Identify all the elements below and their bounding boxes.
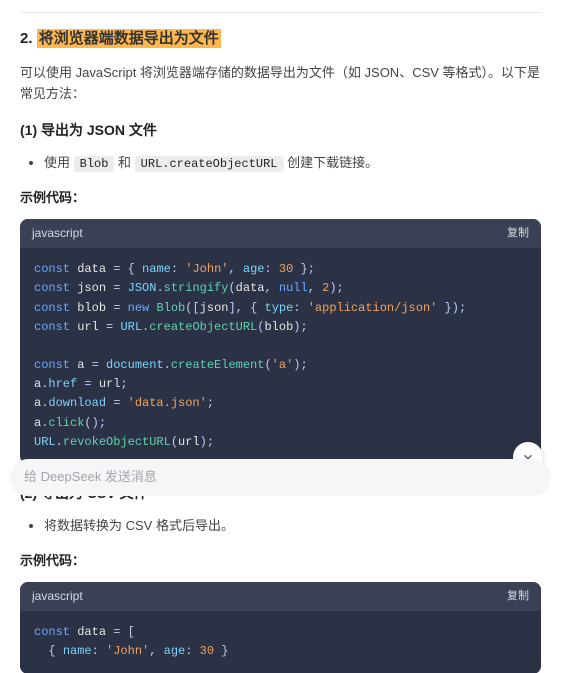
code-block-2: javascript 复制 const data = [ { name: 'Jo… (20, 582, 541, 673)
inline-code: URL.createObjectURL (135, 156, 284, 172)
section-desc: 可以使用 JavaScript 将浏览器端存储的数据导出为文件（如 JSON、C… (20, 63, 541, 105)
inline-code: Blob (74, 156, 115, 172)
code-block-1: javascript 复制 const data = { name: 'John… (20, 219, 541, 464)
divider (20, 12, 541, 13)
copy-button[interactable]: 复制 (507, 225, 529, 243)
code-header: javascript 复制 (20, 582, 541, 611)
section-heading: 2. 将浏览器端数据导出为文件 (20, 27, 541, 51)
subsection-1-list: 使用 Blob 和 URL.createObjectURL 创建下载链接。 (20, 153, 541, 174)
list-item: 使用 Blob 和 URL.createObjectURL 创建下载链接。 (44, 153, 541, 174)
code-lang: javascript (32, 224, 83, 243)
copy-button[interactable]: 复制 (507, 588, 529, 606)
subsection-2-list: 将数据转换为 CSV 格式后导出。 (20, 516, 541, 537)
example-label: 示例代码： (20, 551, 541, 572)
code-header: javascript 复制 (20, 219, 541, 248)
list-item: 将数据转换为 CSV 格式后导出。 (44, 516, 541, 537)
heading-title-highlight: 将浏览器端数据导出为文件 (37, 29, 221, 48)
code-lang: javascript (32, 587, 83, 606)
heading-number: 2. (20, 30, 33, 47)
code-content: const data = [ { name: 'John', age: 30 } (20, 611, 541, 673)
code-content: const data = { name: 'John', age: 30 }; … (20, 248, 541, 464)
chat-input[interactable]: 给 DeepSeek 发送消息 (10, 459, 551, 496)
subsection-1-title: (1) 导出为 JSON 文件 (20, 119, 541, 141)
example-label: 示例代码： (20, 188, 541, 209)
chat-placeholder: 给 DeepSeek 发送消息 (24, 469, 157, 484)
